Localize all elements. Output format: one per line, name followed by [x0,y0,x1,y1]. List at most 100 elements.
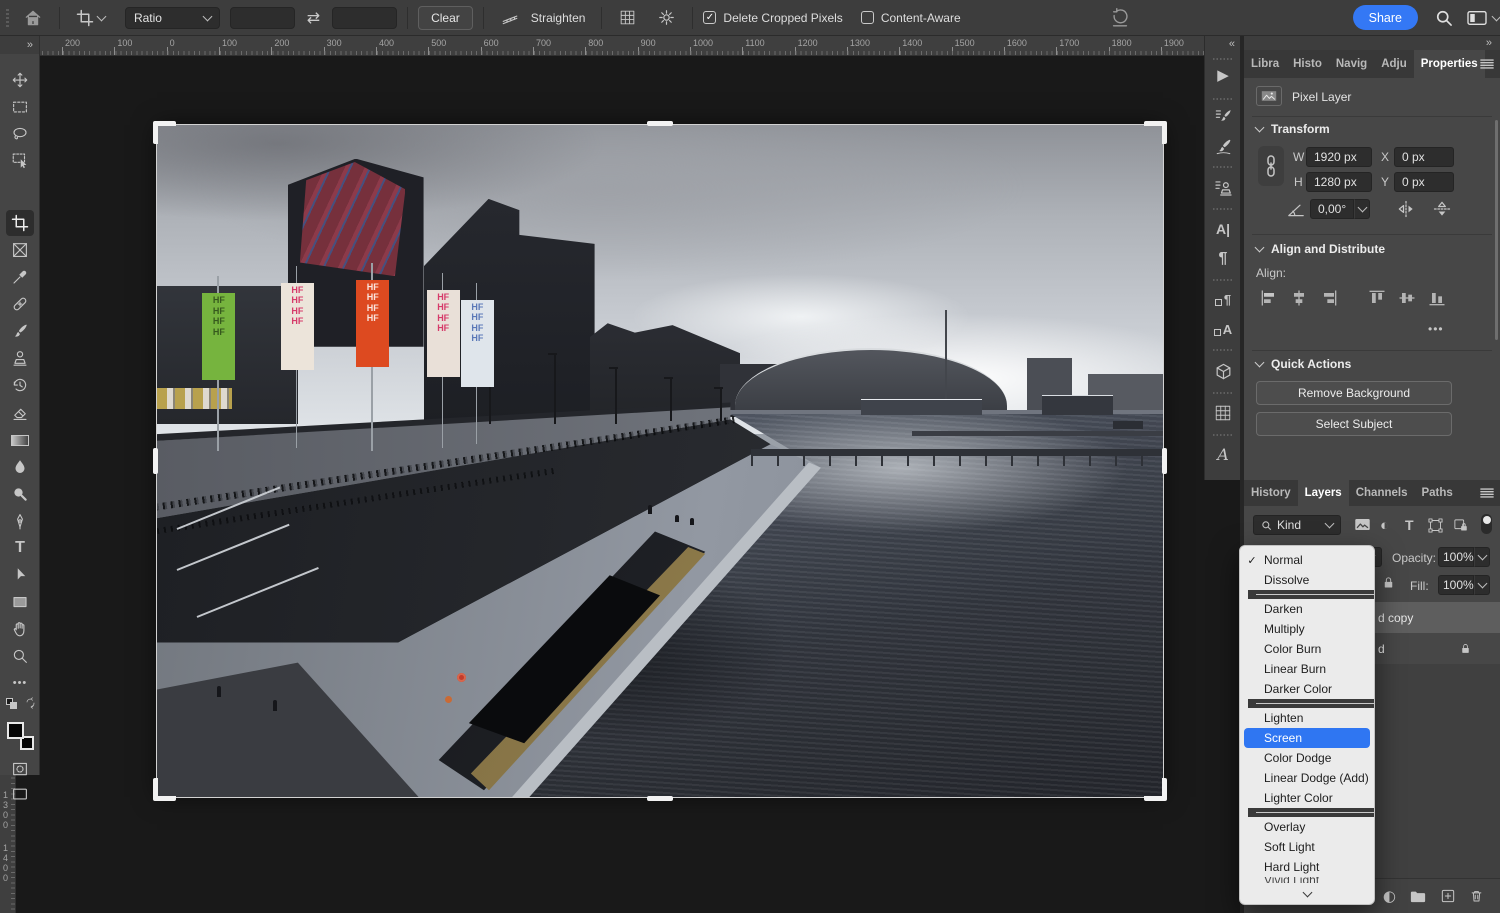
align-more-button[interactable]: ••• [1428,322,1444,336]
width-field[interactable]: 1920 px [1306,147,1372,167]
swap-colors-control[interactable] [4,696,36,712]
dock-expand-button[interactable]: » [1244,36,1500,50]
tool-type[interactable]: T [6,535,34,561]
layers-dock-tab[interactable]: Paths [1414,480,1459,506]
share-button[interactable]: Share [1353,5,1418,30]
screen-mode-button[interactable] [6,783,34,805]
blend-mode-option[interactable]: Screen [1244,728,1370,748]
checkbox-checked-icon[interactable] [703,11,716,24]
canvas-area[interactable] [16,56,1240,913]
search-button[interactable] [1434,8,1454,28]
tool-path-selection[interactable] [6,562,34,588]
filter-smart-objects[interactable] [1453,518,1468,533]
crop-handle-left[interactable] [153,448,158,474]
align-right-edges-button[interactable] [1318,288,1340,308]
crop-width-input[interactable] [230,7,295,29]
properties-dock-tab[interactable]: Properties [1414,50,1485,78]
home-button[interactable] [17,5,49,31]
filter-type-layers[interactable]: T [1405,517,1414,533]
new-adjustment-layer-button[interactable]: ◐ [1383,887,1396,905]
quick-mask-button[interactable] [6,756,34,782]
tool-crop[interactable] [6,210,34,236]
blend-mode-option[interactable]: Lighten [1240,708,1374,728]
tool-move[interactable] [6,67,34,93]
panel-actions[interactable]: ▶ [1209,62,1237,88]
y-field[interactable]: 0 px [1394,172,1454,192]
blend-mode-option[interactable]: Dissolve [1240,570,1374,590]
tool-zoom[interactable] [6,643,34,669]
filter-pixel-layers[interactable] [1354,517,1371,532]
tool-eyedropper[interactable] [6,264,34,290]
tool-frame[interactable] [6,237,34,263]
tool-pen[interactable] [6,508,34,534]
panel-patterns[interactable] [1209,400,1237,426]
properties-dock-tab[interactable]: Libra [1244,50,1286,78]
blend-mode-option[interactable]: Hard Light [1240,857,1374,877]
blend-mode-option[interactable]: Vivid Light [1240,877,1374,883]
crop-handle-top-right[interactable] [1144,121,1167,144]
crop-tool-preset-button[interactable] [70,6,111,30]
blend-mode-option[interactable]: Darken [1240,599,1374,619]
align-left-edges-button[interactable] [1258,288,1280,308]
filter-shape-layers[interactable] [1428,518,1443,533]
tool-lasso[interactable] [6,121,34,147]
properties-dock-tab[interactable]: Navig [1329,50,1374,78]
flip-vertical-button[interactable] [1432,199,1452,219]
crop-handle-bottom-left[interactable] [153,778,176,801]
tool-object-selection[interactable] [6,147,34,173]
tool-rectangle[interactable] [6,589,34,615]
canvas-image[interactable] [157,125,1163,797]
quick-actions-header[interactable]: Quick Actions [1256,357,1351,371]
blend-mode-option[interactable]: Linear Burn [1240,659,1374,679]
tool-dodge[interactable] [6,481,34,507]
color-swatches[interactable] [6,722,34,748]
crop-handle-bottom-right[interactable] [1144,778,1167,801]
opacity-dropdown-button[interactable] [1474,547,1490,567]
new-group-button[interactable] [1409,889,1427,904]
align-section-header[interactable]: Align and Distribute [1256,242,1385,256]
crop-handle-top[interactable] [647,121,673,126]
align-top-edges-button[interactable] [1366,288,1388,308]
tool-eraser[interactable] [6,400,34,426]
remove-background-button[interactable]: Remove Background [1256,381,1452,405]
blend-mode-option[interactable]: Overlay [1240,817,1374,837]
crop-handle-top-left[interactable] [153,121,176,144]
crop-height-input[interactable] [332,7,397,29]
panel-glyphs[interactable]: A [1209,442,1237,468]
link-dimensions-button[interactable] [1258,146,1284,186]
tools-more-button[interactable]: ••• [6,670,34,696]
blend-mode-option[interactable]: Normal [1240,550,1374,570]
select-subject-button[interactable]: Select Subject [1256,412,1452,436]
properties-dock-tab[interactable]: Histo [1286,50,1329,78]
checkbox-unchecked-icon[interactable] [861,11,874,24]
layers-dock-tab[interactable]: History [1244,480,1298,506]
blend-mode-option[interactable] [1248,699,1375,708]
blend-mode-option[interactable]: Linear Dodge (Add) [1240,768,1374,788]
fill-field[interactable]: 100% [1438,575,1474,595]
align-horizontal-centers-button[interactable] [1288,288,1310,308]
tool-blur[interactable] [6,454,34,480]
menu-scroll-down[interactable] [1240,886,1374,902]
tools-panel-expand[interactable]: » [0,36,39,54]
blend-mode-option[interactable]: Color Dodge [1240,748,1374,768]
tool-hand[interactable] [6,616,34,642]
tool-spot-healing[interactable] [6,291,34,317]
workspace-switcher[interactable] [1466,9,1500,27]
x-field[interactable]: 0 px [1394,147,1454,167]
blend-mode-option[interactable] [1248,590,1375,599]
reset-crop-button[interactable] [1109,7,1131,29]
swap-dimensions-icon[interactable]: ⇄ [307,8,320,27]
foreground-color-swatch[interactable] [7,722,24,739]
tool-history-brush[interactable] [6,372,34,398]
blend-mode-option[interactable] [1248,808,1375,817]
layers-dock-tab[interactable]: Layers [1298,480,1349,506]
fill-dropdown-button[interactable] [1474,575,1490,595]
panel-brush-settings[interactable] [1209,103,1237,129]
lock-layer-button[interactable] [1381,575,1396,590]
dock-collapse-button[interactable]: « [1205,36,1240,52]
panel-character[interactable]: A| [1209,216,1237,242]
panel-materials[interactable] [1209,358,1237,384]
tool-clone-stamp[interactable] [6,345,34,371]
layer-filter-toggle[interactable] [1481,514,1492,534]
panel-paragraph[interactable]: ¶ [1209,246,1237,272]
